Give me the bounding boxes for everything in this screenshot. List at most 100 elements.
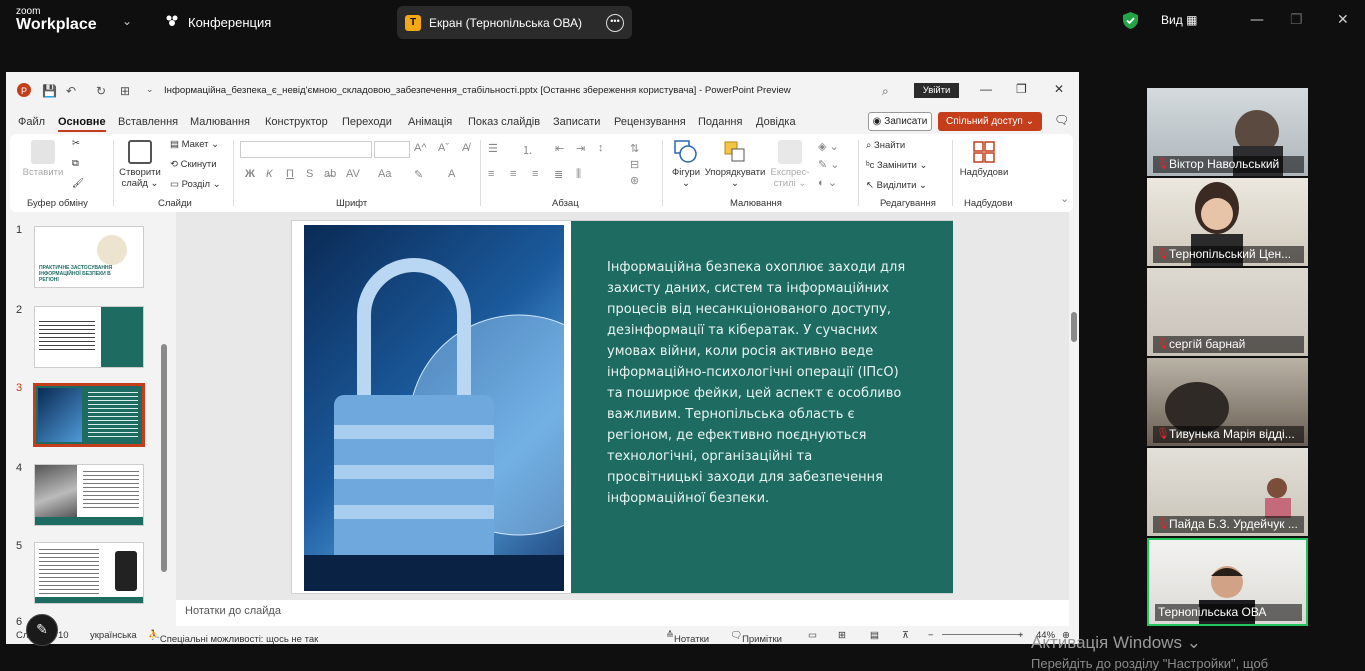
thumbnail-scrollbar[interactable]: [161, 344, 167, 572]
tab-slideshow[interactable]: Показ слайдів: [468, 116, 540, 128]
minimize-icon[interactable]: —: [1250, 12, 1264, 28]
strikethrough-icon[interactable]: a̶b: [324, 168, 336, 180]
select-button[interactable]: ↖ Виділити ⌄: [866, 180, 927, 191]
tab-home[interactable]: Основне: [58, 116, 106, 132]
zoom-in-icon[interactable]: +: [1018, 630, 1024, 641]
tab-animations[interactable]: Анімація: [408, 116, 452, 128]
meeting-button[interactable]: Конференция: [164, 14, 271, 31]
tab-record[interactable]: Записати: [553, 116, 600, 128]
copy-icon[interactable]: ⧉: [72, 158, 79, 169]
case-icon[interactable]: Aa: [378, 168, 391, 180]
close-icon[interactable]: ✕: [1337, 12, 1349, 28]
current-slide[interactable]: Інформаційна безпека охоплює заходи для …: [291, 220, 953, 594]
tab-help[interactable]: Довідка: [756, 116, 796, 128]
text-direction-icon[interactable]: ⇅: [630, 142, 639, 155]
slide-thumb-3[interactable]: [33, 383, 145, 447]
align-left-icon[interactable]: ≡: [488, 168, 494, 180]
indent-decrease-icon[interactable]: ⇤: [555, 142, 564, 155]
slide-thumb-4[interactable]: [34, 464, 144, 526]
notes-pane[interactable]: Нотатки до слайда: [176, 600, 1069, 626]
format-painter-icon[interactable]: 🖌: [72, 178, 84, 189]
section-button[interactable]: ▭ Розділ ⌄: [170, 179, 221, 190]
maximize-icon[interactable]: ❐: [1290, 12, 1303, 28]
minimize-icon[interactable]: —: [980, 82, 992, 96]
clear-format-icon[interactable]: A̸: [462, 142, 469, 154]
shadow-icon[interactable]: S: [306, 168, 313, 180]
undo-icon[interactable]: ↶: [66, 84, 76, 98]
tab-file[interactable]: Файл: [18, 116, 45, 128]
bullets-icon[interactable]: ☰: [488, 142, 498, 155]
save-icon[interactable]: 💾: [42, 84, 57, 98]
zoom-slider[interactable]: [942, 634, 1022, 635]
arrange-button[interactable]: Упорядкувати ⌄: [704, 140, 766, 189]
find-button[interactable]: ⌕ Знайти: [866, 140, 905, 151]
participant-tile[interactable]: 🎙 Тернопільський Цен...: [1147, 178, 1308, 266]
underline-icon[interactable]: П: [286, 168, 294, 180]
zoom-out-icon[interactable]: −: [928, 630, 934, 641]
notes-toggle[interactable]: ≙ Нотатки: [666, 630, 709, 645]
line-spacing-icon[interactable]: ↕: [598, 142, 604, 154]
more-icon[interactable]: •••: [606, 13, 624, 32]
tab-review[interactable]: Рецензування: [614, 116, 686, 128]
tab-transitions[interactable]: Переходи: [342, 116, 392, 128]
participant-tile[interactable]: 🎙 сергій барнай: [1147, 268, 1308, 356]
comments-toggle[interactable]: 🗨 Примітки: [730, 630, 782, 645]
reading-view-icon[interactable]: ▤: [870, 630, 879, 641]
new-slide-button[interactable]: Створити слайд ⌄: [118, 140, 162, 189]
paste-button[interactable]: Вставити: [20, 140, 66, 178]
numbering-icon[interactable]: ⒈: [522, 142, 533, 158]
increase-font-icon[interactable]: A^: [414, 142, 427, 154]
annotate-pen-button[interactable]: ✎: [26, 614, 58, 646]
shape-outline-icon[interactable]: ✎ ⌄: [818, 158, 840, 171]
search-icon[interactable]: ⌕: [882, 84, 889, 99]
slide-thumb-2[interactable]: [34, 306, 144, 368]
participant-tile[interactable]: 🎙 Пайда Б.З. Урдейчук ...: [1147, 448, 1308, 536]
share-button[interactable]: Спільний доступ ⌄: [938, 112, 1042, 131]
accessibility-indicator[interactable]: ⛹ Спеціальні можливості: щось не так: [148, 630, 318, 645]
close-icon[interactable]: ✕: [1054, 82, 1064, 96]
bold-icon[interactable]: Ж: [245, 168, 255, 180]
replace-button[interactable]: ᵇc Замінити ⌄: [866, 160, 927, 171]
participant-tile-active[interactable]: Тернопільська ОВА: [1147, 538, 1308, 626]
canvas-scrollbar[interactable]: [1069, 212, 1079, 592]
redo-icon[interactable]: ↻: [96, 84, 106, 98]
justify-icon[interactable]: ≣: [554, 168, 563, 181]
comments-icon[interactable]: 🗨: [1054, 113, 1069, 127]
columns-icon[interactable]: ⫼: [576, 168, 581, 181]
align-center-icon[interactable]: ≡: [510, 168, 516, 180]
layout-button[interactable]: ▤ Макет ⌄: [170, 139, 219, 150]
sorter-view-icon[interactable]: ⊞: [838, 630, 846, 641]
addins-button[interactable]: Надбудови: [958, 140, 1010, 178]
font-size-input[interactable]: [374, 141, 410, 158]
collapse-ribbon-icon[interactable]: ⌄: [1060, 192, 1069, 205]
normal-view-icon[interactable]: ▭: [808, 630, 817, 641]
slide-thumb-1[interactable]: ПРАКТИЧНЕ ЗАСТОСУВАННЯ ІНФОРМАЦІЙНОЇ БЕЗ…: [34, 226, 144, 288]
tab-design[interactable]: Конструктор: [265, 116, 328, 128]
indent-increase-icon[interactable]: ⇥: [576, 142, 585, 155]
highlight-icon[interactable]: ✎: [414, 168, 423, 181]
cut-icon[interactable]: ✂: [72, 138, 80, 149]
decrease-font-icon[interactable]: Aˇ: [438, 142, 449, 154]
chevron-down-icon[interactable]: ⌄: [1187, 633, 1201, 652]
shared-screen-pill[interactable]: T Екран (Тернопільська ОВА) •••: [397, 6, 632, 39]
italic-icon[interactable]: К: [266, 168, 272, 180]
shapes-button[interactable]: Фігури ⌄: [668, 140, 704, 189]
slide-thumb-5[interactable]: [34, 542, 144, 604]
font-color-icon[interactable]: A: [448, 168, 455, 180]
tab-view[interactable]: Подання: [698, 116, 742, 128]
align-right-icon[interactable]: ≡: [532, 168, 538, 180]
shape-effects-icon[interactable]: ◐ ⌄: [818, 176, 837, 189]
smartart-icon[interactable]: ⊛: [630, 174, 639, 187]
customize-icon[interactable]: ⌄: [146, 84, 154, 95]
view-button[interactable]: Вид ▦: [1161, 13, 1197, 27]
maximize-icon[interactable]: ❐: [1016, 82, 1027, 96]
reset-button[interactable]: ⟲ Скинути: [170, 159, 217, 170]
canvas-scroll-thumb[interactable]: [1071, 312, 1077, 342]
font-name-input[interactable]: [240, 141, 372, 158]
slide-body-text[interactable]: Інформаційна безпека охоплює заходи для …: [607, 257, 907, 509]
participant-tile[interactable]: 🎙 Віктор Навольський: [1147, 88, 1308, 176]
record-button[interactable]: ◉ Записати: [868, 112, 932, 131]
align-text-icon[interactable]: ⊟: [630, 158, 639, 171]
slideshow-view-icon[interactable]: ⊼: [902, 630, 909, 641]
shield-icon[interactable]: [1122, 11, 1139, 34]
